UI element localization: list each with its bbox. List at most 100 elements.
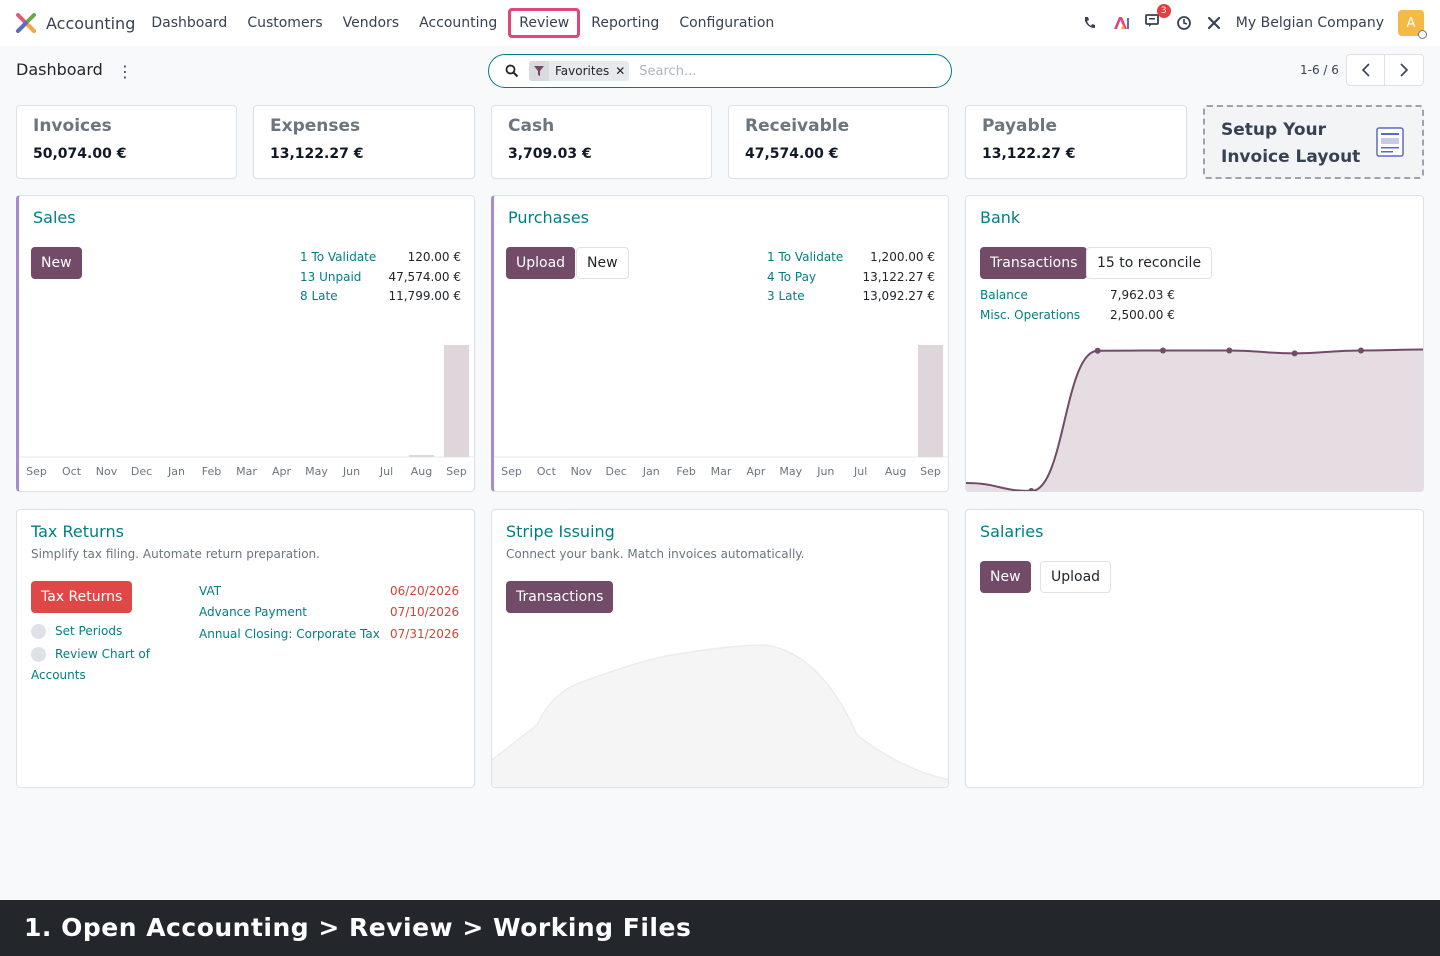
purchases-month-label: Jan: [642, 465, 660, 478]
kpi-title: Payable: [982, 116, 1058, 136]
search-input[interactable]: [639, 63, 890, 79]
bank-transactions-button[interactable]: Transactions: [980, 247, 1088, 279]
card-title[interactable]: Salaries: [980, 522, 1043, 541]
phone-icon[interactable]: [1082, 15, 1098, 31]
bank-point[interactable]: [1159, 347, 1166, 354]
purchases-month-label: Jul: [853, 465, 867, 478]
top-navbar: Accounting Dashboard Customers Vendors Acco…: [0, 0, 1440, 46]
sales-month-label: Apr: [272, 465, 292, 478]
tax-deadline-label[interactable]: Annual Closing: Corporate Tax: [199, 627, 380, 641]
sales-month-label: Nov: [96, 465, 118, 478]
tools-icon[interactable]: [1206, 15, 1222, 31]
pager-previous-button[interactable]: [1346, 54, 1385, 86]
tax-deadline-date: 07/31/2026: [390, 627, 460, 641]
pager-value[interactable]: 1-6 / 6: [1300, 63, 1339, 77]
sales-new-button[interactable]: New: [31, 247, 82, 279]
purchases-month-label: Oct: [537, 465, 557, 478]
menu-item-accounting[interactable]: Accounting: [410, 9, 506, 37]
card-title[interactable]: Tax Returns: [31, 522, 124, 541]
card-title[interactable]: Stripe Issuing: [506, 522, 615, 541]
card-title[interactable]: Sales: [33, 208, 76, 227]
purchases-bar[interactable]: [918, 345, 944, 457]
clock-icon[interactable]: [1176, 15, 1192, 31]
kpi-payable[interactable]: Payable 13,122.27 €: [965, 105, 1187, 179]
menu-item-configuration[interactable]: Configuration: [670, 9, 783, 37]
bank-stat-value: 7,962.03 €: [1110, 288, 1175, 302]
pager-next-button[interactable]: [1385, 54, 1424, 86]
sales-bar[interactable]: [408, 455, 435, 457]
main-menu: Dashboard Customers Vendors Accounting Revie…: [141, 8, 784, 38]
card-subtitle: Simplify tax filing. Automate return pre…: [31, 547, 320, 561]
sales-bar[interactable]: [443, 345, 470, 457]
purchases-stat-label[interactable]: 3 Late: [767, 289, 805, 303]
bank-stat-label[interactable]: Balance: [980, 288, 1028, 302]
checklist-label-continued[interactable]: Accounts: [31, 668, 86, 682]
sales-month-label: Oct: [62, 465, 82, 478]
bank-reconcile-button[interactable]: 15 to reconcile: [1086, 247, 1213, 279]
kpi-expenses[interactable]: Expenses 13,122.27 €: [253, 105, 475, 179]
purchases-card: Purchases Upload New 1 To Validate 1,200…: [491, 195, 949, 492]
sales-month-label: Sep: [446, 465, 467, 478]
purchases-month-label: Mar: [711, 465, 732, 478]
sales-stat-value: 47,574.00 €: [388, 270, 461, 284]
facet-remove-icon[interactable]: ✕: [615, 64, 629, 78]
user-avatar[interactable]: A: [1398, 10, 1427, 39]
tax-deadline-date: 06/20/2026: [390, 584, 460, 598]
card-title[interactable]: Purchases: [508, 208, 589, 227]
menu-item-reporting[interactable]: Reporting: [582, 9, 668, 37]
bank-balance-area-chart[interactable]: [966, 336, 1424, 492]
salaries-card: Salaries New Upload: [965, 509, 1424, 788]
bank-card: Bank Transactions 15 to reconcile Balanc…: [965, 195, 1424, 492]
sales-stat-label[interactable]: 1 To Validate: [300, 250, 376, 264]
search-icon[interactable]: [505, 64, 519, 78]
sales-stat-value: 120.00 €: [407, 250, 461, 264]
sales-stat-label[interactable]: 13 Unpaid: [300, 270, 361, 284]
bank-point[interactable]: [1357, 347, 1364, 354]
kebab-menu-icon[interactable]: ⋮: [117, 62, 133, 81]
pager-buttons: [1346, 54, 1424, 86]
bank-stat-value: 2,500.00 €: [1110, 308, 1175, 322]
purchases-bar-chart[interactable]: Sep Oct Nov Dec Jan Feb Mar Apr May Jun Jul Aug Sep: [494, 341, 949, 491]
menu-item-review[interactable]: Review: [508, 8, 581, 38]
tax-returns-button[interactable]: Tax Returns: [31, 581, 133, 613]
company-switcher[interactable]: My Belgian Company: [1236, 15, 1384, 31]
tax-deadline-label[interactable]: Advance Payment: [199, 605, 307, 619]
chevron-right-icon: [1400, 63, 1409, 77]
sales-month-label: Mar: [236, 465, 257, 478]
menu-item-customers[interactable]: Customers: [238, 9, 331, 37]
menu-item-dashboard[interactable]: Dashboard: [142, 9, 236, 37]
checkbox-circle-icon: [31, 647, 46, 662]
bank-point[interactable]: [1291, 350, 1298, 357]
salaries-new-button[interactable]: New: [980, 561, 1031, 593]
setup-invoice-layout-tile[interactable]: Setup Your Invoice Layout: [1203, 105, 1424, 179]
app-brand[interactable]: Accounting: [15, 12, 141, 34]
salaries-upload-button[interactable]: Upload: [1040, 561, 1112, 593]
tax-deadline-label[interactable]: VAT: [199, 584, 221, 598]
stripe-transactions-button[interactable]: Transactions: [506, 581, 614, 613]
purchases-stat-label[interactable]: 4 To Pay: [767, 270, 816, 284]
purchases-month-label: May: [779, 465, 802, 478]
menu-item-vendors[interactable]: Vendors: [334, 9, 408, 37]
kpi-title: Invoices: [33, 116, 112, 136]
card-title[interactable]: Bank: [980, 208, 1020, 227]
bank-stat-label[interactable]: Misc. Operations: [980, 308, 1080, 322]
ai-icon[interactable]: [1112, 15, 1130, 31]
sales-stat-label[interactable]: 8 Late: [300, 289, 338, 303]
checklist-item[interactable]: Set Periods: [31, 624, 122, 639]
messages-button[interactable]: 3: [1144, 4, 1171, 33]
sales-bar-chart[interactable]: Sep Oct Nov Dec Jan Feb Mar Apr May Jun Jul Aug Sep: [19, 341, 475, 491]
purchases-new-button[interactable]: New: [576, 247, 629, 279]
purchases-upload-button[interactable]: Upload: [506, 247, 576, 279]
kpi-receivable[interactable]: Receivable 47,574.00 €: [728, 105, 949, 179]
kpi-cash[interactable]: Cash 3,709.03 €: [491, 105, 712, 179]
sales-stat-value: 11,799.00 €: [388, 289, 461, 303]
purchases-month-label: Sep: [920, 465, 941, 478]
bank-point[interactable]: [1226, 347, 1233, 354]
kpi-invoices[interactable]: Invoices 50,074.00 €: [16, 105, 237, 179]
messages-badge: 3: [1156, 4, 1171, 18]
purchases-stat-value: 13,122.27 €: [862, 270, 935, 284]
bank-point[interactable]: [1028, 488, 1035, 492]
bank-point[interactable]: [1094, 347, 1101, 354]
checklist-item[interactable]: Review Chart of: [31, 647, 150, 662]
purchases-stat-label[interactable]: 1 To Validate: [767, 250, 843, 264]
